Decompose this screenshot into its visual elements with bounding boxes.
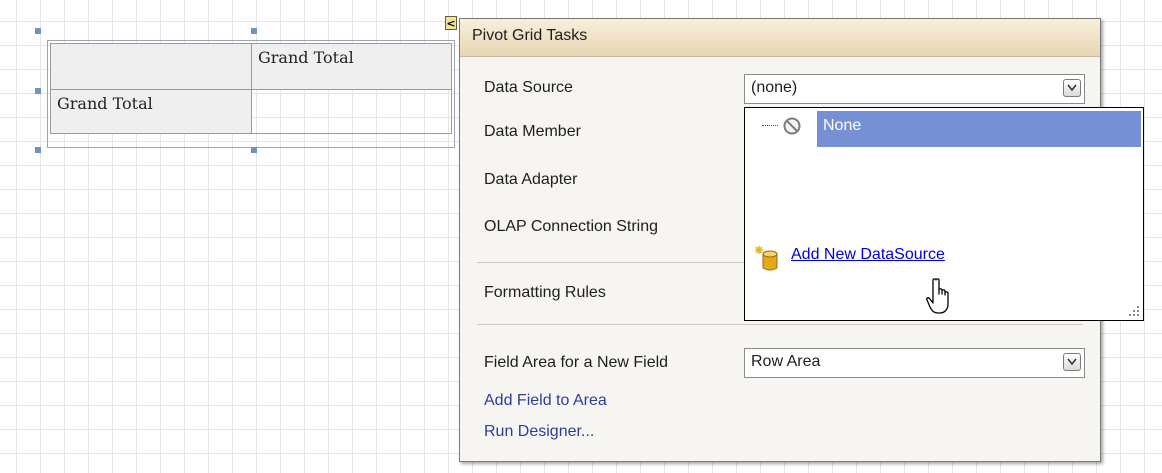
- selection-handle[interactable]: [35, 28, 41, 34]
- pivot-data-cell[interactable]: [251, 89, 452, 134]
- run-designer-link[interactable]: Run Designer...: [484, 423, 594, 441]
- field-area-dropdown-button[interactable]: [1063, 353, 1081, 371]
- add-field-to-area-link[interactable]: Add Field to Area: [484, 392, 607, 410]
- data-source-value: (none): [751, 79, 798, 96]
- tree-connector: [762, 125, 778, 126]
- dropdown-item-none[interactable]: None: [817, 111, 1141, 147]
- field-area-label: Field Area for a New Field: [484, 354, 669, 371]
- none-icon: [783, 117, 801, 135]
- hand-cursor-icon: [926, 278, 949, 314]
- database-add-icon: [755, 246, 778, 271]
- data-source-dropdown-button[interactable]: [1063, 79, 1081, 97]
- field-area-combo[interactable]: Row Area: [744, 348, 1085, 378]
- panel-title: Pivot Grid Tasks: [460, 19, 1100, 57]
- selection-handle[interactable]: [251, 28, 257, 34]
- field-area-value: Row Area: [751, 353, 821, 370]
- data-source-label: Data Source: [484, 79, 573, 96]
- selection-handle[interactable]: [35, 147, 41, 153]
- selection-handle[interactable]: [251, 147, 257, 153]
- pivot-column-grand-total[interactable]: Grand Total: [251, 43, 452, 90]
- chevron-down-icon: [1067, 84, 1077, 92]
- data-adapter-label: Data Adapter: [484, 171, 578, 188]
- selection-handle[interactable]: [35, 88, 41, 94]
- data-source-combo[interactable]: (none): [744, 74, 1085, 104]
- pivot-row-grand-total[interactable]: Grand Total: [50, 89, 252, 134]
- resize-grip-icon[interactable]: [1128, 305, 1140, 317]
- smart-tag-collapse-button[interactable]: <: [445, 16, 457, 30]
- chevron-down-icon: [1067, 358, 1077, 366]
- pivot-grid[interactable]: Grand Total Grand Total: [47, 40, 455, 148]
- data-member-label: Data Member: [484, 123, 581, 140]
- add-new-datasource-link[interactable]: Add New DataSource: [791, 246, 945, 264]
- olap-connection-string-label: OLAP Connection String: [484, 218, 659, 235]
- formatting-rules-label: Formatting Rules: [484, 284, 606, 301]
- separator: [477, 324, 1083, 325]
- pivot-corner-cell: [50, 43, 252, 90]
